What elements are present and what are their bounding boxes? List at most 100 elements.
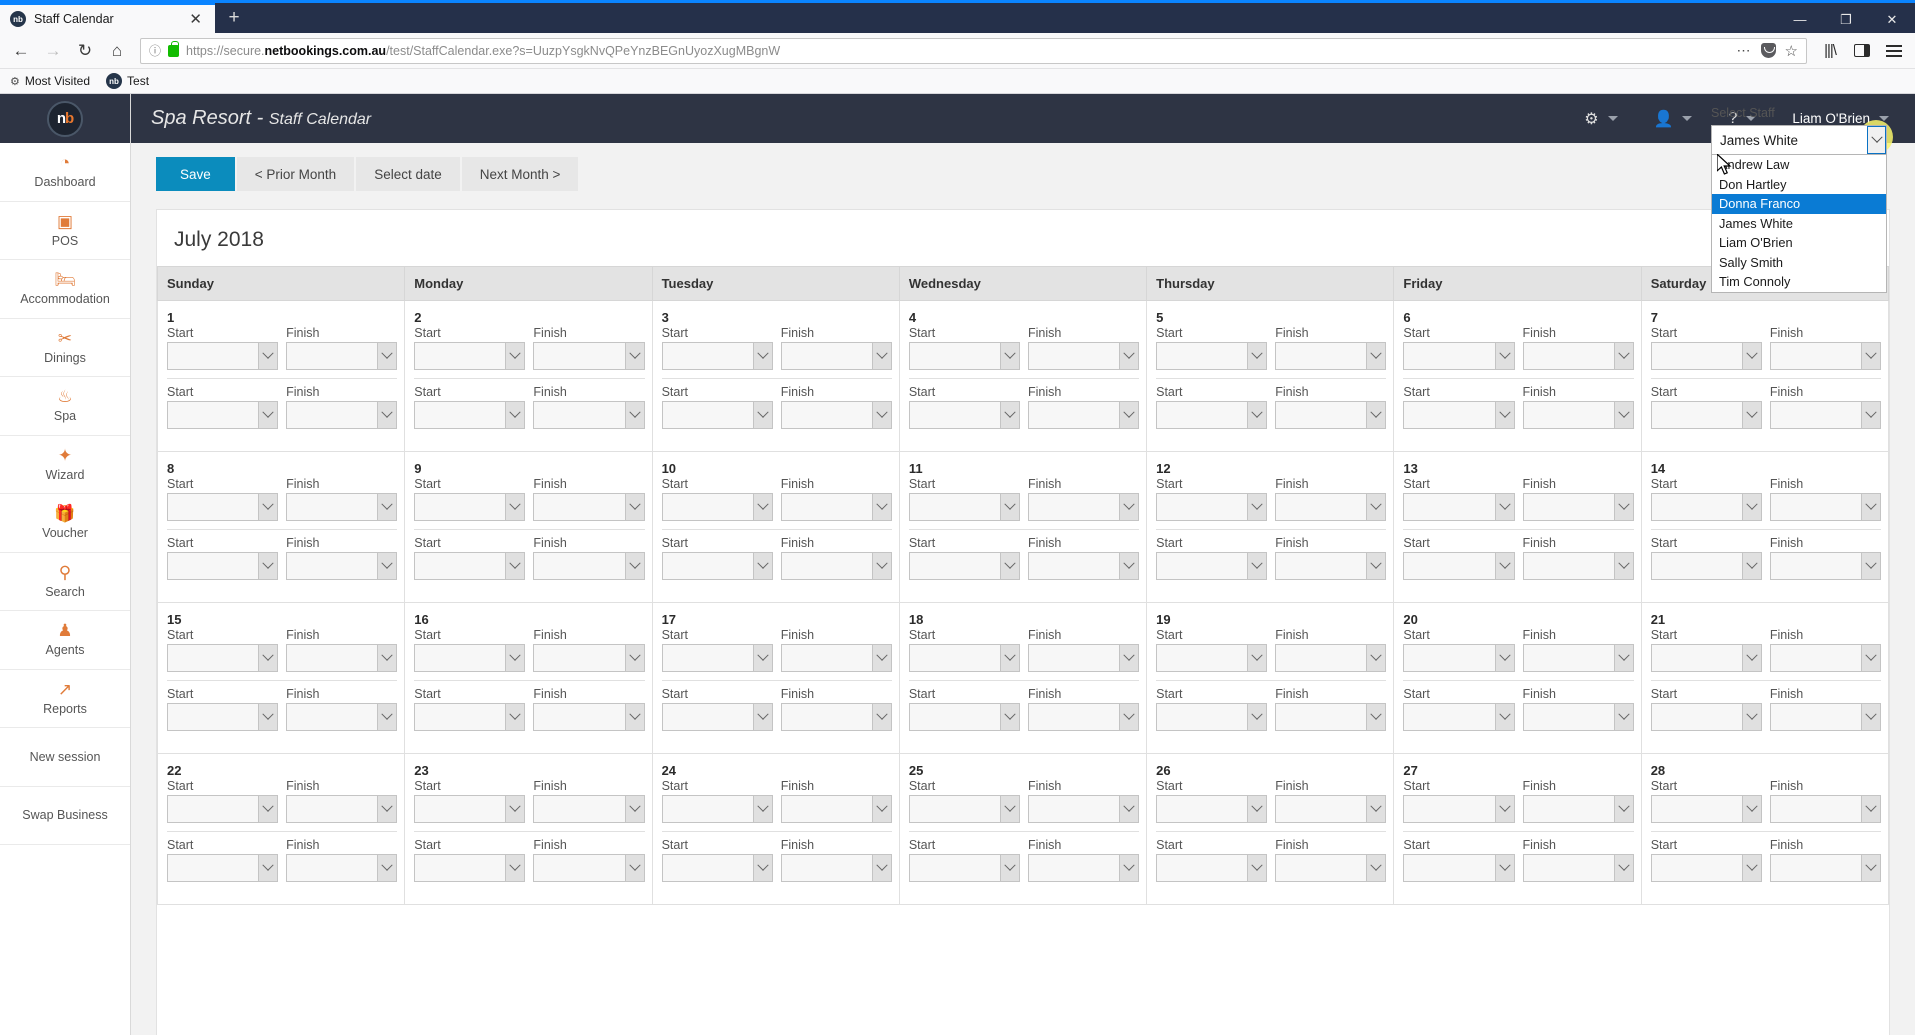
sidebar-item-accommodation[interactable]: 🛏 Accommodation — [0, 260, 130, 319]
finish-time-select[interactable] — [533, 644, 645, 672]
finish-time-select[interactable] — [1769, 552, 1881, 580]
start-time-select[interactable] — [414, 854, 526, 882]
close-icon[interactable]: ✕ — [186, 10, 205, 28]
chevron-down-icon[interactable] — [505, 704, 525, 730]
settings-menu[interactable]: ⚙ — [1584, 109, 1618, 129]
sidebar-item-reports[interactable]: ↗ Reports — [0, 670, 130, 728]
chevron-down-icon[interactable] — [999, 855, 1019, 881]
finish-time-select[interactable] — [286, 795, 398, 823]
start-time-select[interactable] — [1403, 552, 1515, 580]
chevron-down-icon[interactable] — [1119, 343, 1139, 369]
chevron-down-icon[interactable] — [258, 855, 278, 881]
finish-time-select[interactable] — [286, 703, 398, 731]
start-time-select[interactable] — [1156, 795, 1268, 823]
start-time-select[interactable] — [1403, 644, 1515, 672]
chevron-down-icon[interactable] — [871, 402, 891, 428]
chevron-down-icon[interactable] — [999, 494, 1019, 520]
chevron-down-icon[interactable] — [258, 402, 278, 428]
finish-time-select[interactable] — [1027, 401, 1140, 429]
maximize-icon[interactable]: ❐ — [1823, 3, 1869, 36]
chevron-down-icon[interactable] — [1494, 796, 1514, 822]
start-time-select[interactable] — [661, 552, 773, 580]
chevron-down-icon[interactable] — [752, 343, 772, 369]
sidebar-item-dashboard[interactable]: ◔ Dashboard — [0, 143, 130, 202]
finish-time-select[interactable] — [780, 644, 892, 672]
finish-time-select[interactable] — [1027, 644, 1140, 672]
chevron-down-icon[interactable] — [505, 553, 525, 579]
chevron-down-icon[interactable] — [624, 796, 644, 822]
finish-time-select[interactable] — [1769, 401, 1881, 429]
chevron-down-icon[interactable] — [1494, 704, 1514, 730]
finish-time-select[interactable] — [1275, 493, 1387, 521]
finish-time-select[interactable] — [286, 552, 398, 580]
start-time-select[interactable] — [414, 703, 526, 731]
sidebar-item-search[interactable]: ⚲ Search — [0, 553, 130, 611]
chevron-down-icon[interactable] — [377, 796, 397, 822]
chevron-down-icon[interactable] — [1613, 855, 1633, 881]
finish-time-select[interactable] — [1522, 795, 1634, 823]
start-time-select[interactable] — [414, 644, 526, 672]
chevron-down-icon[interactable] — [377, 553, 397, 579]
chevron-down-icon[interactable] — [1247, 494, 1267, 520]
sidebar-item-pos[interactable]: ▣ POS — [0, 202, 130, 260]
finish-time-select[interactable] — [780, 401, 892, 429]
finish-time-select[interactable] — [780, 854, 892, 882]
chevron-down-icon[interactable] — [1741, 855, 1761, 881]
chevron-down-icon[interactable] — [624, 343, 644, 369]
chevron-down-icon[interactable] — [258, 645, 278, 671]
chevron-down-icon[interactable] — [1494, 494, 1514, 520]
start-time-select[interactable] — [1156, 552, 1268, 580]
chevron-down-icon[interactable] — [1119, 796, 1139, 822]
staff-option[interactable]: Andrew Law — [1712, 155, 1886, 175]
chevron-down-icon[interactable] — [999, 402, 1019, 428]
finish-time-select[interactable] — [780, 795, 892, 823]
finish-time-select[interactable] — [1769, 342, 1881, 370]
chevron-down-icon[interactable] — [258, 343, 278, 369]
staff-option[interactable]: James White — [1712, 214, 1886, 234]
sidebar-item-swap-business[interactable]: Swap Business — [0, 787, 130, 845]
chevron-down-icon[interactable] — [377, 402, 397, 428]
start-time-select[interactable] — [908, 401, 1020, 429]
sidebar-item-voucher[interactable]: 🎁 Voucher — [0, 494, 130, 553]
save-button[interactable]: Save — [156, 157, 235, 191]
chevron-down-icon[interactable] — [999, 343, 1019, 369]
chevron-down-icon[interactable] — [752, 402, 772, 428]
start-time-select[interactable] — [414, 795, 526, 823]
chevron-down-icon[interactable] — [377, 704, 397, 730]
staff-select-input[interactable]: James White — [1711, 120, 1893, 155]
user-menu[interactable]: 👤 — [1654, 109, 1693, 129]
finish-time-select[interactable] — [533, 854, 645, 882]
chevron-down-icon[interactable] — [871, 704, 891, 730]
staff-option[interactable]: Donna Franco — [1712, 194, 1886, 214]
start-time-select[interactable] — [1403, 401, 1515, 429]
finish-time-select[interactable] — [1275, 854, 1387, 882]
start-time-select[interactable] — [414, 342, 526, 370]
chevron-down-icon[interactable] — [1613, 402, 1633, 428]
chevron-down-icon[interactable] — [999, 553, 1019, 579]
library-icon[interactable]: |||\ — [1815, 37, 1845, 65]
start-time-select[interactable] — [1403, 703, 1515, 731]
window-close-icon[interactable]: ✕ — [1869, 3, 1915, 36]
chevron-down-icon[interactable] — [624, 494, 644, 520]
start-time-select[interactable] — [1403, 854, 1515, 882]
netbookings-logo[interactable]: nb — [47, 100, 83, 137]
chevron-down-icon[interactable] — [1366, 855, 1386, 881]
chevron-down-icon[interactable] — [1119, 704, 1139, 730]
chevron-down-icon[interactable] — [1119, 494, 1139, 520]
chevron-down-icon[interactable] — [1247, 704, 1267, 730]
chevron-down-icon[interactable] — [752, 796, 772, 822]
finish-time-select[interactable] — [1275, 552, 1387, 580]
chevron-down-icon[interactable] — [999, 796, 1019, 822]
start-time-select[interactable] — [661, 342, 773, 370]
chevron-down-icon[interactable] — [1366, 343, 1386, 369]
start-time-select[interactable] — [1156, 644, 1268, 672]
finish-time-select[interactable] — [1769, 703, 1881, 731]
chevron-down-icon[interactable] — [871, 645, 891, 671]
bookmark-star-icon[interactable]: ☆ — [1785, 42, 1798, 60]
finish-time-select[interactable] — [1522, 493, 1634, 521]
chevron-down-icon[interactable] — [1861, 704, 1880, 730]
start-time-select[interactable] — [1403, 493, 1515, 521]
chevron-down-icon[interactable] — [1861, 494, 1880, 520]
finish-time-select[interactable] — [1522, 342, 1634, 370]
start-time-select[interactable] — [1156, 493, 1268, 521]
